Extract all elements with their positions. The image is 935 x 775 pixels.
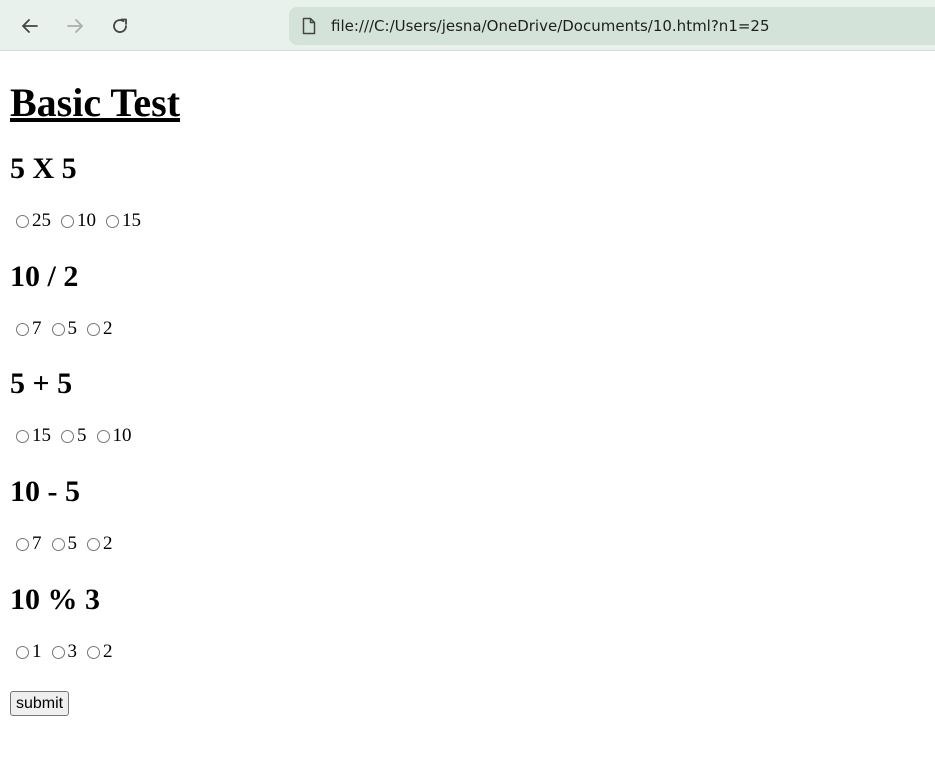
radio-button[interactable] bbox=[87, 645, 100, 659]
radio-button[interactable] bbox=[106, 214, 119, 228]
question-3: 5 + 5 15 5 10 bbox=[10, 367, 410, 467]
answer-option[interactable]: 3 bbox=[51, 641, 78, 663]
question-heading: 5 X 5 bbox=[10, 152, 77, 185]
option-label: 2 bbox=[103, 533, 113, 554]
answer-option[interactable]: 2 bbox=[87, 318, 113, 340]
question-heading: 5 + 5 bbox=[10, 367, 73, 400]
arrow-right-icon bbox=[67, 19, 83, 33]
radio-button[interactable] bbox=[16, 429, 29, 443]
option-label: 5 bbox=[67, 318, 78, 339]
answer-option[interactable]: 5 bbox=[51, 318, 78, 340]
radio-button[interactable] bbox=[87, 537, 100, 551]
submit-button[interactable]: submit bbox=[10, 691, 70, 716]
reload-button[interactable] bbox=[102, 8, 138, 44]
answer-option[interactable]: 2 bbox=[87, 533, 113, 555]
answer-options: 25 10 15 bbox=[16, 210, 151, 232]
question-heading: 10 % 3 bbox=[10, 583, 100, 616]
answer-options: 1 3 2 bbox=[16, 641, 123, 663]
option-label: 5 bbox=[77, 425, 87, 446]
radio-button[interactable] bbox=[16, 645, 29, 659]
radio-button[interactable] bbox=[51, 322, 65, 336]
option-label: 2 bbox=[103, 641, 113, 662]
answer-option[interactable]: 7 bbox=[16, 318, 42, 340]
url-text: file:///C:/Users/jesna/OneDrive/Document… bbox=[331, 17, 770, 35]
answer-option[interactable]: 10 bbox=[96, 425, 132, 447]
option-label: 7 bbox=[32, 533, 42, 554]
answer-option[interactable]: 2 bbox=[87, 641, 113, 663]
forward-button[interactable] bbox=[57, 8, 93, 44]
answer-options: 7 5 2 bbox=[16, 533, 123, 555]
answer-option[interactable]: 25 bbox=[16, 210, 51, 232]
radio-button[interactable] bbox=[61, 214, 74, 228]
arrow-left-icon bbox=[22, 19, 38, 33]
option-label: 7 bbox=[32, 318, 42, 339]
question-heading: 10 / 2 bbox=[10, 260, 79, 293]
radio-button[interactable] bbox=[51, 645, 65, 659]
reload-icon bbox=[113, 18, 127, 33]
option-label: 2 bbox=[103, 318, 113, 339]
radio-button[interactable] bbox=[16, 322, 29, 336]
option-label: 3 bbox=[67, 641, 78, 662]
option-label: 15 bbox=[32, 425, 51, 446]
answer-options: 15 5 10 bbox=[16, 425, 142, 447]
question-1: 5 X 5 25 10 15 bbox=[10, 152, 410, 252]
address-bar[interactable]: file:///C:/Users/jesna/OneDrive/Document… bbox=[289, 7, 935, 45]
browser-toolbar: file:///C:/Users/jesna/OneDrive/Document… bbox=[0, 0, 935, 51]
radio-button[interactable] bbox=[16, 214, 29, 228]
question-2: 10 / 2 7 5 2 bbox=[10, 260, 410, 360]
radio-button[interactable] bbox=[51, 537, 65, 551]
option-label: 10 bbox=[112, 425, 132, 446]
answer-option[interactable]: 15 bbox=[16, 425, 51, 447]
answer-option[interactable]: 5 bbox=[61, 425, 87, 447]
radio-button[interactable] bbox=[96, 429, 110, 443]
option-label: 1 bbox=[32, 641, 42, 662]
option-label: 5 bbox=[67, 533, 78, 554]
option-label: 15 bbox=[122, 210, 141, 231]
question-5: 10 % 3 1 3 2 bbox=[10, 583, 410, 683]
answer-options: 7 5 2 bbox=[16, 318, 123, 340]
page-title: Basic Test bbox=[10, 80, 181, 125]
option-label: 10 bbox=[77, 210, 96, 231]
answer-option[interactable]: 10 bbox=[61, 210, 96, 232]
back-button[interactable] bbox=[12, 8, 48, 44]
question-4: 10 - 5 7 5 2 bbox=[10, 475, 410, 575]
file-icon bbox=[302, 17, 316, 35]
radio-button[interactable] bbox=[61, 429, 74, 443]
question-heading: 10 - 5 bbox=[10, 475, 80, 508]
answer-option[interactable]: 15 bbox=[106, 210, 141, 232]
radio-button[interactable] bbox=[87, 322, 100, 336]
answer-option[interactable]: 5 bbox=[51, 533, 78, 555]
answer-option[interactable]: 7 bbox=[16, 533, 42, 555]
option-label: 25 bbox=[32, 210, 51, 231]
answer-option[interactable]: 1 bbox=[16, 641, 42, 663]
radio-button[interactable] bbox=[16, 537, 29, 551]
